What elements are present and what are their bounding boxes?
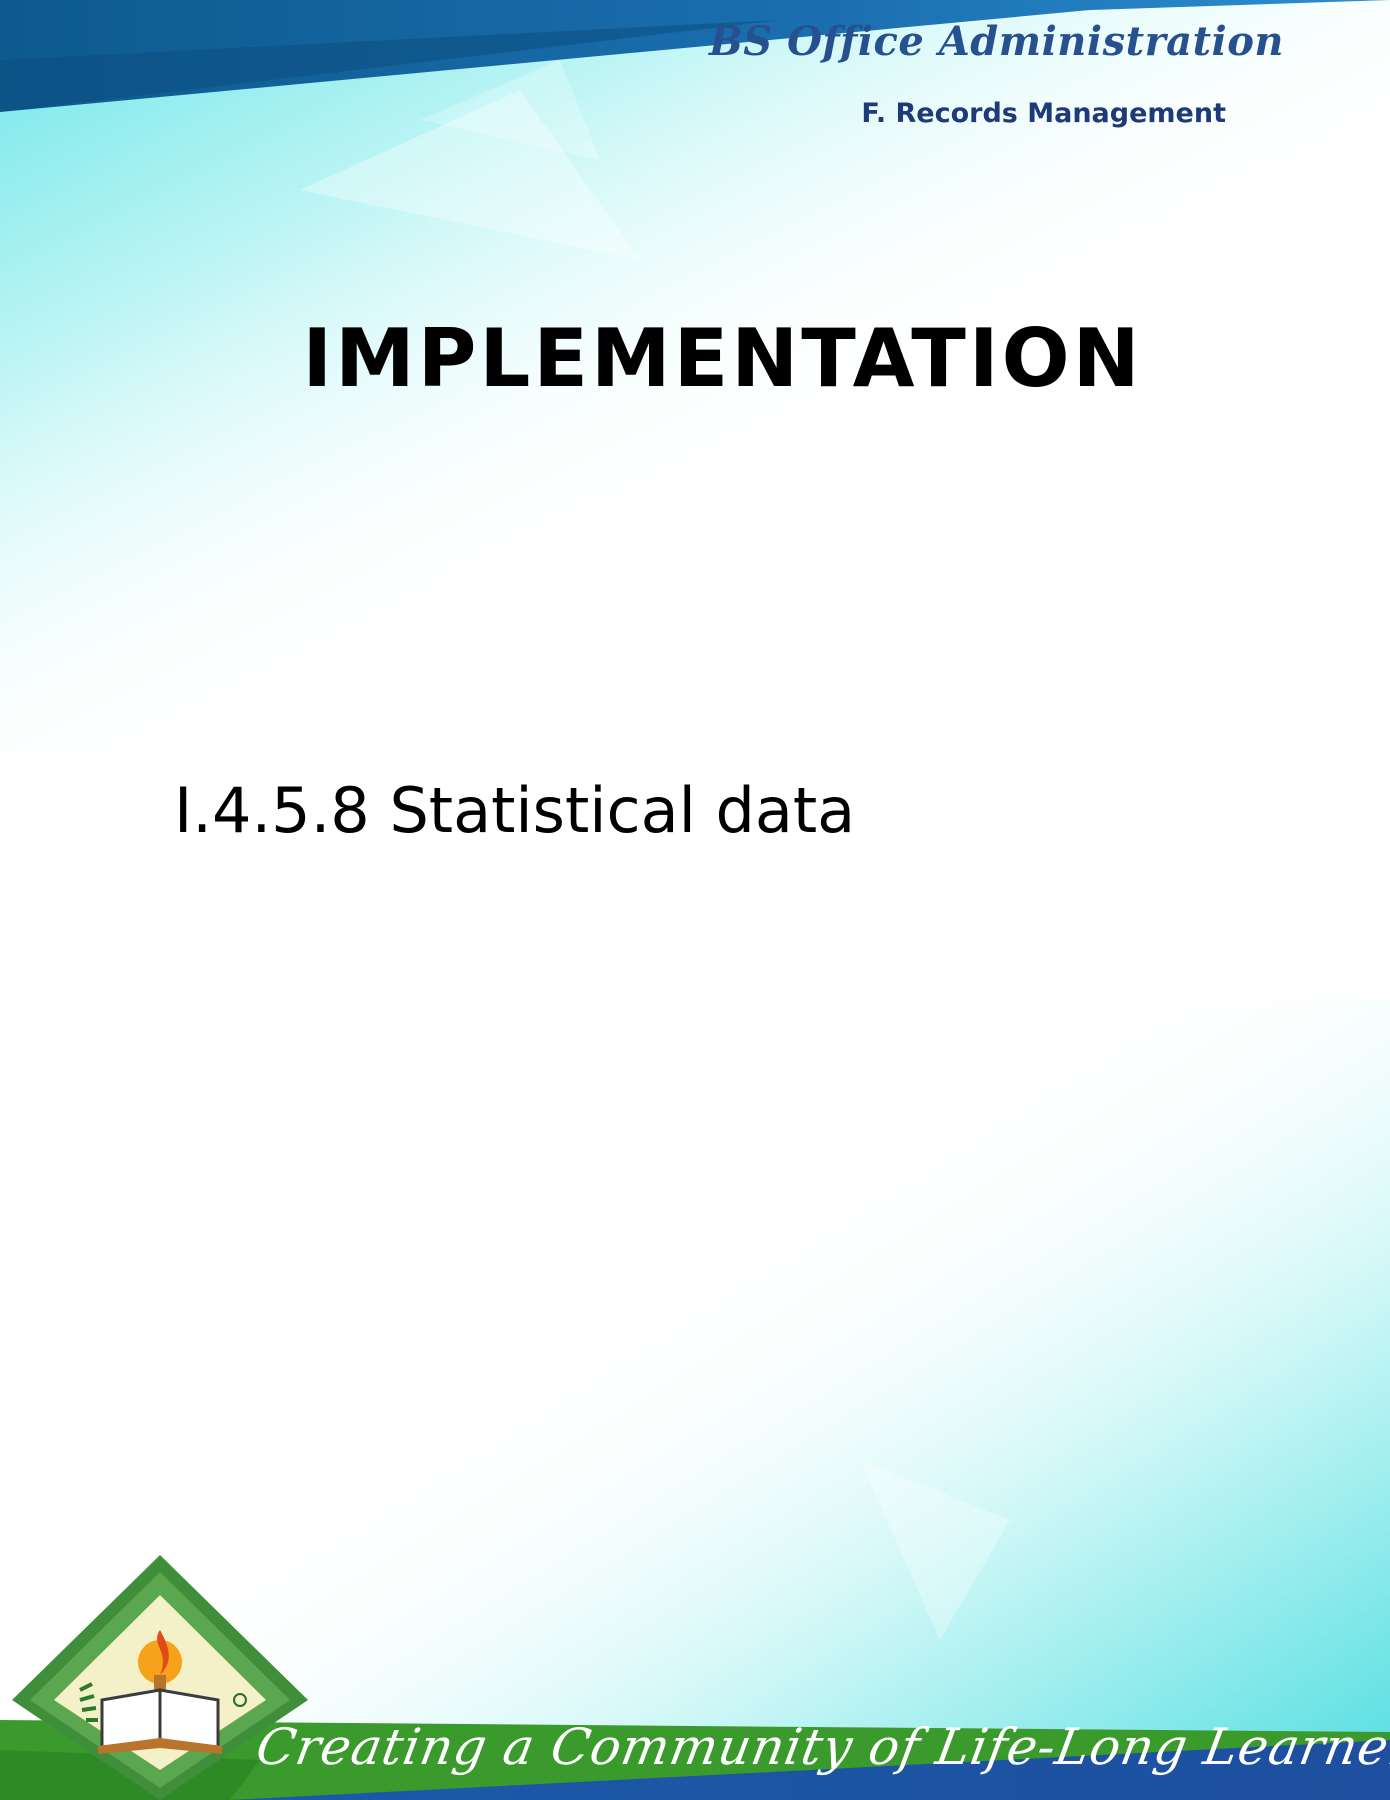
section-heading: I.4.5.8 Statistical data [174,774,856,847]
subject-title: F. Records Management [861,98,1226,129]
background-wash [0,0,1390,1800]
footer-tagline: Creating a Community of Life-Long Learne… [252,1718,1390,1776]
document-page: BS Office Administration F. Records Mana… [0,0,1390,1800]
page-title: IMPLEMENTATION [302,312,1143,405]
program-title: BS Office Administration [708,18,1284,65]
